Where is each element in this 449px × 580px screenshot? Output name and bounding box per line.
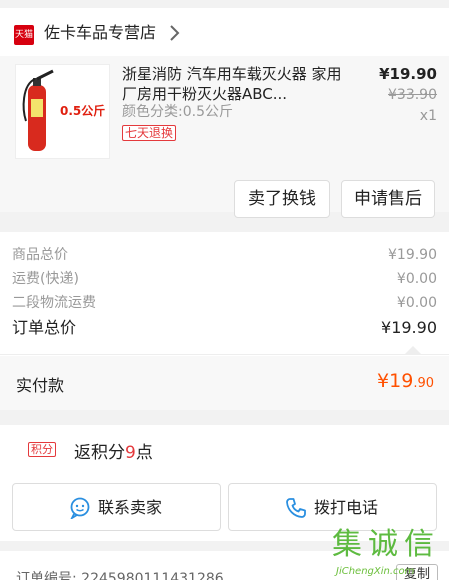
points-amount: 9 bbox=[125, 443, 136, 463]
product-title[interactable]: 浙星消防 汽车用车载灭火器 家用厂房用干粉灭火器ABC... bbox=[122, 64, 350, 104]
watermark-char: 信 bbox=[404, 527, 434, 562]
summary-value: ¥19.90 bbox=[388, 247, 437, 263]
caret-up-icon bbox=[405, 346, 421, 354]
contact-seller-button[interactable]: 联系卖家 bbox=[12, 483, 221, 531]
summary-label: 商品总价 bbox=[12, 247, 68, 263]
order-number-label: 订单编号: bbox=[16, 571, 77, 580]
product-quantity: x1 bbox=[419, 108, 437, 124]
watermark-logo: 集 诚 信 JiChengXin.com bbox=[330, 526, 448, 578]
paid-value: ¥19.90 bbox=[377, 370, 434, 392]
product-original-price: ¥33.90 bbox=[388, 87, 437, 103]
points-prefix: 返积分 bbox=[74, 443, 125, 463]
points-suffix: 点 bbox=[135, 443, 153, 463]
product-price: ¥19.90 bbox=[379, 65, 437, 83]
order-number-value: 2245980111431286 bbox=[81, 571, 224, 580]
top-band bbox=[0, 0, 449, 8]
tmall-logo-icon: 天猫 bbox=[14, 25, 34, 45]
divider bbox=[0, 354, 449, 355]
after-sale-button[interactable]: 申请售后 bbox=[341, 180, 435, 218]
order-total-value: ¥19.90 bbox=[381, 318, 437, 337]
order-number: 订单编号: 2245980111431286 bbox=[16, 568, 224, 580]
summary-label: 二段物流运费 bbox=[12, 295, 96, 311]
watermark-char: 集 bbox=[332, 527, 362, 562]
watermark-url: JiChengXin.com bbox=[336, 566, 415, 577]
phone-icon bbox=[286, 498, 306, 518]
summary-value: ¥0.00 bbox=[396, 271, 437, 287]
paid-integer: 19 bbox=[389, 370, 414, 392]
chat-bubble-icon bbox=[70, 497, 90, 519]
svg-text:0.5公斤: 0.5公斤 bbox=[60, 103, 105, 118]
call-phone-button[interactable]: 拨打电话 bbox=[228, 483, 437, 531]
paid-label: 实付款 bbox=[16, 376, 65, 395]
sell-button[interactable]: 卖了换钱 bbox=[234, 180, 330, 218]
paid-currency: ¥ bbox=[377, 370, 390, 392]
points-text: 返积分9点 bbox=[74, 438, 153, 463]
fire-extinguisher-icon: 0.5公斤 bbox=[22, 69, 105, 151]
summary-value: ¥0.00 bbox=[396, 295, 437, 311]
points-section bbox=[0, 425, 449, 473]
store-name[interactable]: 佐卡车品专营店 bbox=[44, 21, 156, 45]
chevron-right-icon bbox=[170, 25, 180, 41]
return-policy-tag: 七天退换 bbox=[122, 125, 177, 141]
order-total-label: 订单总价 bbox=[12, 318, 77, 337]
product-sku: 颜色分类:0.5公斤 bbox=[122, 104, 233, 120]
store-header[interactable]: 天猫 佐卡车品专营店 bbox=[0, 8, 449, 56]
summary-label: 运费(快递) bbox=[12, 271, 79, 287]
paid-decimal: .90 bbox=[413, 376, 434, 391]
contact-seller-label: 联系卖家 bbox=[98, 498, 163, 517]
points-badge: 积分 bbox=[28, 442, 56, 457]
product-image[interactable]: 0.5公斤 bbox=[15, 64, 110, 159]
watermark-char: 诚 bbox=[368, 527, 398, 562]
call-phone-label: 拨打电话 bbox=[314, 498, 379, 517]
